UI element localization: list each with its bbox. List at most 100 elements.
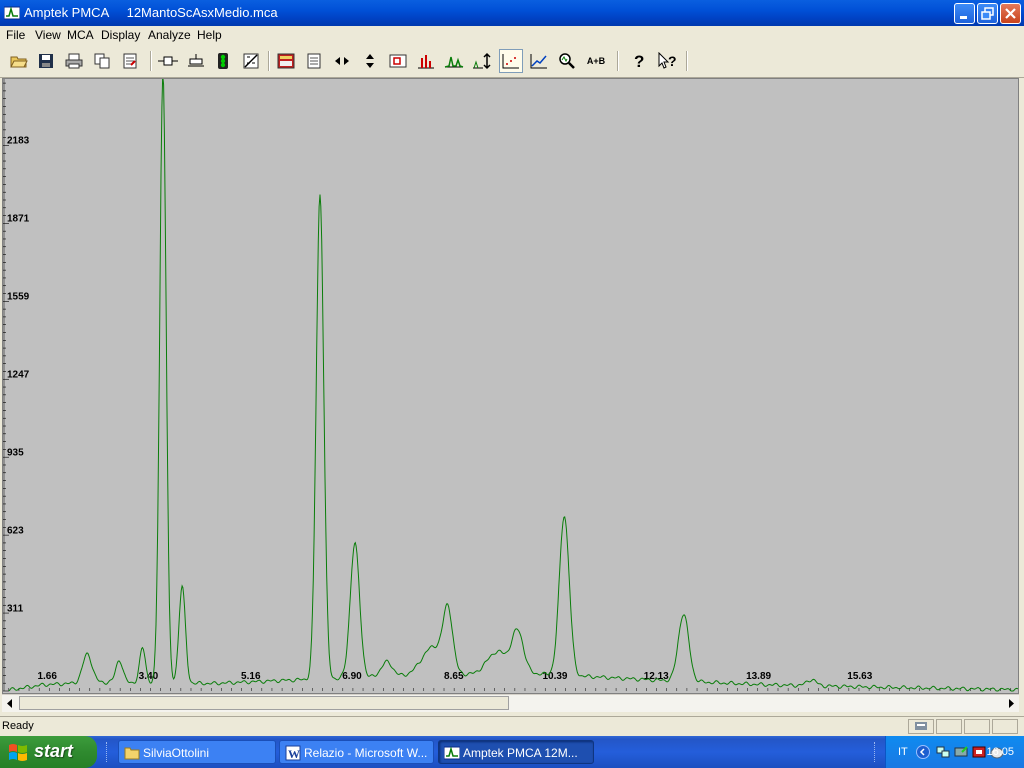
y-axis: 311 623 935 1247 1559 1871 2183 (3, 79, 30, 692)
menu-bar: File View MCA Display Analyze Help (0, 26, 1024, 45)
taskbar: start SilviaOttolini W Relazio - Microso… (0, 736, 1024, 768)
roi-clear-icon (188, 54, 204, 67)
x-tick-label: 6.90 (342, 671, 362, 682)
task-button-pmca[interactable]: Amptek PMCA 12M... (438, 740, 594, 764)
calibration-button[interactable] (239, 49, 263, 73)
save-icon (39, 54, 53, 68)
calibration-icon (243, 53, 259, 69)
status-pane (936, 719, 962, 734)
auto-scale-button[interactable] (470, 49, 494, 73)
menu-view[interactable]: View (35, 28, 61, 42)
toolbar: A+B ? ? (0, 45, 1024, 78)
scroll-left-button[interactable] (2, 695, 19, 712)
dot-plot-button[interactable] (499, 49, 523, 73)
antivirus-icon[interactable] (971, 744, 987, 760)
status-text: Ready (2, 720, 34, 732)
arrow-right-icon (1009, 699, 1014, 708)
a-plus-b-button[interactable]: A+B (583, 49, 609, 73)
scroll-thumb[interactable] (19, 696, 509, 710)
scroll-right-button[interactable] (1002, 695, 1019, 712)
menu-mca[interactable]: MCA (67, 28, 94, 42)
minimize-icon (960, 16, 967, 19)
svg-text:?: ? (668, 53, 677, 69)
start-stop-button[interactable] (211, 49, 235, 73)
peaks-button[interactable] (442, 49, 466, 73)
task-label: Relazio - Microsoft W... (304, 746, 428, 760)
spectrum-plot-area[interactable]: 311 623 935 1247 1559 1871 2183 1.66 3.40 5.16 6.… (2, 78, 1019, 694)
language-indicator[interactable]: IT (898, 746, 908, 758)
page-button[interactable] (302, 49, 326, 73)
print-icon (65, 53, 83, 69)
horizontal-scrollbar[interactable] (2, 694, 1019, 712)
toolbar-separator (617, 51, 619, 71)
traffic-light-icon (218, 53, 228, 69)
taskbar-grip (106, 742, 110, 762)
task-button-word[interactable]: W Relazio - Microsoft W... (279, 740, 434, 764)
y-tick-label: 1247 (7, 370, 30, 381)
context-help-button[interactable]: ? (655, 49, 679, 73)
menu-analyze[interactable]: Analyze (148, 28, 191, 42)
horizontal-expand-icon (335, 57, 349, 65)
open-button[interactable] (7, 49, 31, 73)
status-pane (964, 719, 990, 734)
magnifier-icon (559, 53, 575, 69)
window-title: Amptek PMCA 12MantoScAsxMedio.mca (24, 5, 278, 20)
menu-display[interactable]: Display (101, 28, 140, 42)
restore-button[interactable] (977, 3, 998, 24)
page-icon (307, 53, 321, 69)
line-plot-icon (530, 54, 547, 69)
menu-help[interactable]: Help (197, 28, 222, 42)
x-tick-label: 10.39 (542, 671, 567, 682)
help-button[interactable]: ? (627, 49, 651, 73)
task-button-explorer[interactable]: SilviaOttolini (118, 740, 276, 764)
minimize-button[interactable] (954, 3, 975, 24)
zoom-box-icon (389, 54, 407, 68)
start-label: start (34, 741, 74, 761)
copy-button[interactable] (90, 49, 114, 73)
report-icon (123, 53, 137, 69)
roi-clear-button[interactable] (184, 49, 208, 73)
system-tray: IT 16.05 (885, 736, 1024, 768)
a-plus-b-icon: A+B (586, 56, 606, 66)
task-label: Amptek PMCA 12M... (463, 746, 578, 760)
toolbar-separator (686, 51, 688, 71)
pmca-app-icon (444, 746, 460, 760)
clock[interactable]: 16.05 (986, 746, 1014, 758)
toolbar-separator (150, 51, 152, 71)
safely-remove-icon[interactable] (953, 744, 969, 760)
roi-marker-button[interactable] (156, 49, 180, 73)
device-icon (915, 722, 927, 730)
vertical-expand-icon (366, 54, 374, 68)
line-plot-button[interactable] (527, 49, 551, 73)
bar-chart-button[interactable] (414, 49, 438, 73)
close-icon (1005, 8, 1016, 19)
report-button[interactable] (118, 49, 142, 73)
context-help-icon: ? (658, 52, 677, 69)
peaks-icon (444, 56, 464, 68)
start-button[interactable]: start (0, 736, 97, 768)
status-pane (992, 719, 1018, 734)
y-tick-label: 935 (7, 447, 24, 458)
spectrum-chart[interactable]: 3116239351247155918712183 1.66 3.40 5.16 6.… (3, 79, 1018, 693)
y-tick-label: 1871 (7, 214, 30, 225)
network-icon[interactable] (935, 744, 951, 760)
title-bar[interactable]: Amptek PMCA 12MantoScAsxMedio.mca (0, 0, 1024, 26)
roi-marker-icon (158, 56, 178, 66)
magnifier-button[interactable] (555, 49, 579, 73)
folder-icon (124, 747, 140, 760)
close-button[interactable] (1000, 3, 1021, 24)
menu-file[interactable]: File (6, 28, 25, 42)
bar-chart-icon (418, 55, 434, 69)
print-button[interactable] (62, 49, 86, 73)
task-label: SilviaOttolini (143, 746, 210, 760)
save-button[interactable] (34, 49, 58, 73)
vertical-expand-button[interactable] (358, 49, 382, 73)
svg-text:?: ? (634, 52, 644, 70)
taskbar-grip (874, 742, 878, 762)
windows-logo-icon (9, 744, 27, 761)
spectrum-view-button[interactable] (274, 49, 298, 73)
tray-expand-button[interactable] (916, 745, 930, 759)
zoom-box-button[interactable] (386, 49, 410, 73)
restore-icon (981, 7, 994, 20)
horizontal-expand-button[interactable] (330, 49, 354, 73)
